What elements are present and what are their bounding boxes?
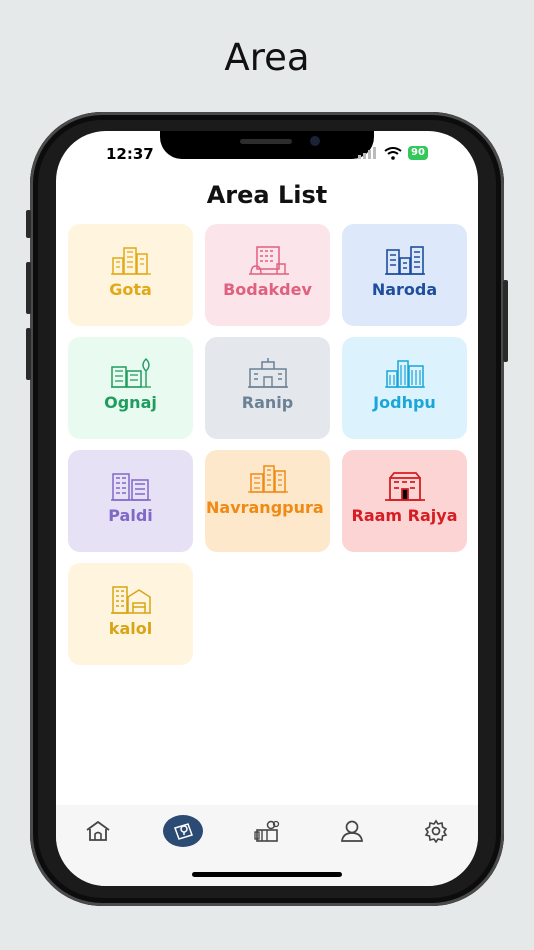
screen-title: Area List [206,181,328,209]
status-icons: 90 [358,145,428,161]
phone-side-button [26,262,31,314]
home-indicator [192,872,342,877]
area-tile-label: kalol [108,619,153,638]
gear-icon [424,819,448,843]
area-tile-label: Ognaj [104,393,157,412]
area-tile-bodakdev[interactable]: Bodakdev [205,224,330,326]
offers-icon [254,820,280,842]
area-grid: Gota Bodakdev Naroda Ognaj Ranip Jodhpu Paldi N… [68,224,467,665]
area-tile-label: Ranip [241,393,294,412]
area-tile-label: Navrangpura [206,498,324,517]
area-tile-navrangpura[interactable]: Navrangpura [205,450,330,552]
towers-icon [384,360,425,388]
area-tile-label: Raam Rajya [351,506,458,525]
tab-home[interactable] [78,815,118,847]
signal-icon [358,147,376,159]
status-time: 12:37 [106,145,154,163]
tab-profile[interactable] [332,815,372,847]
area-tile-gota[interactable]: Gota [68,224,193,326]
camera [310,136,320,146]
page-title: Area [224,36,310,79]
profile-icon [341,820,363,842]
area-tile-kalol[interactable]: kalol [68,563,193,665]
wifi-icon [384,146,402,160]
apartments-icon [110,473,151,501]
tab-offers[interactable] [247,815,287,847]
warehouse-icon [110,586,151,614]
app-screen: 12:37 90 Area List Gota Bodakdev Naroda Ogn… [56,131,478,886]
tab-bar [56,805,478,886]
complex-icon [384,472,425,501]
station-icon [247,358,288,388]
area-tile-ognaj[interactable]: Ognaj [68,337,193,439]
area-tile-paldi[interactable]: Paldi [68,450,193,552]
battery-indicator: 90 [408,146,428,160]
area-tile-label: Jodhpu [373,393,436,412]
area-tile-label: Paldi [108,506,153,525]
home-icon [86,820,110,841]
speaker [240,139,292,144]
area-tile-label: Bodakdev [223,280,312,299]
tab-settings[interactable] [416,815,456,847]
office-icon [248,246,289,275]
eco-city-icon [110,358,151,388]
area-tile-jodhpu[interactable]: Jodhpu [342,337,467,439]
area-tile-raam-rajya[interactable]: Raam Rajya [342,450,467,552]
notch [160,131,374,159]
area-tile-label: Gota [109,280,152,299]
skyline-icon [384,246,425,275]
highrise-icon [247,465,288,493]
phone-side-button [26,210,31,238]
phone-side-button [503,280,508,362]
area-tile-label: Naroda [371,280,438,299]
area-map-icon [174,823,193,840]
tab-area[interactable] [163,815,203,847]
area-tile-ranip[interactable]: Ranip [205,337,330,439]
area-tile-naroda[interactable]: Naroda [342,224,467,326]
buildings-icon [110,247,151,275]
phone-side-button [26,328,31,380]
